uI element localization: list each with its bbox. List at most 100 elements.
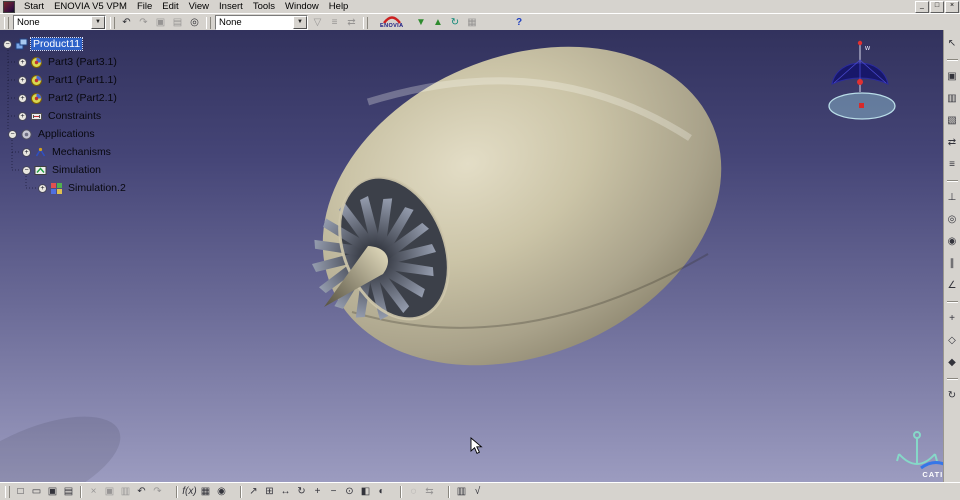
angle-constraint-icon[interactable]: ∠: [945, 279, 959, 292]
tree-item-label[interactable]: Part2 (Part2.1): [46, 92, 119, 104]
fit-all-icon[interactable]: ⊞: [262, 484, 277, 499]
tree-item-simulation[interactable]: − Simulation: [22, 162, 103, 178]
pan-icon[interactable]: ↔: [278, 484, 293, 499]
selection-filter-dropdown[interactable]: None ▼: [215, 15, 308, 30]
expander-icon[interactable]: −: [8, 129, 17, 139]
tools-palette-dropdown[interactable]: None ▼: [13, 15, 106, 30]
menu-tools[interactable]: Tools: [248, 0, 280, 13]
list-icon[interactable]: ≡: [327, 15, 342, 30]
tree-item-part1[interactable]: + Part1 (Part1.1): [18, 72, 119, 88]
undo-icon[interactable]: ↶: [134, 484, 149, 499]
print-icon[interactable]: ▤: [61, 484, 76, 499]
save-icon[interactable]: ▣: [45, 484, 60, 499]
offset-constraint-icon[interactable]: ∥: [945, 257, 959, 270]
refresh-icon[interactable]: ↻: [448, 15, 463, 30]
undo-icon[interactable]: ↶: [119, 15, 134, 30]
expander-icon[interactable]: +: [18, 75, 27, 85]
hide-show-icon[interactable]: ◌: [406, 484, 421, 499]
copy-icon[interactable]: ▣: [102, 484, 117, 499]
swap-space-icon[interactable]: ⇆: [422, 484, 437, 499]
open-icon[interactable]: ▭: [29, 484, 44, 499]
toolbar-grip[interactable]: [110, 16, 115, 29]
tree-item-label[interactable]: Applications: [36, 128, 97, 140]
tree-item-simulation-2[interactable]: + Simulation.2: [38, 180, 128, 196]
tree-item-label[interactable]: Simulation.2: [66, 182, 128, 194]
tree-item-label[interactable]: Product11: [29, 37, 84, 51]
tree-item-label[interactable]: Constraints: [46, 110, 103, 122]
tree-item-label[interactable]: Part1 (Part1.1): [46, 74, 119, 86]
menu-enovia-v5-vpm[interactable]: ENOVIA V5 VPM: [49, 0, 132, 13]
tree-item-part2[interactable]: + Part2 (Part2.1): [18, 90, 119, 106]
chevron-down-icon[interactable]: ▼: [91, 16, 105, 29]
formula-icon[interactable]: f(x): [182, 484, 197, 499]
catalog-icon[interactable]: ◉: [214, 484, 229, 499]
minimize-button[interactable]: _: [915, 0, 929, 13]
explode-icon[interactable]: ◆: [945, 356, 959, 369]
menu-start[interactable]: Start: [19, 0, 49, 13]
redo-icon[interactable]: ↷: [136, 15, 151, 30]
insert-part-icon[interactable]: ▧: [945, 114, 959, 127]
database-icon[interactable]: ▥: [454, 484, 469, 499]
expander-icon[interactable]: +: [18, 57, 27, 67]
toolbar-grip[interactable]: [4, 16, 9, 29]
expander-icon[interactable]: +: [38, 183, 47, 193]
tree-item-label[interactable]: Mechanisms: [50, 146, 113, 158]
paste-icon[interactable]: ▥: [118, 484, 133, 499]
menu-insert[interactable]: Insert: [214, 0, 248, 13]
contact-constraint-icon[interactable]: ◉: [945, 235, 959, 248]
zoom-out-icon[interactable]: −: [326, 484, 341, 499]
chevron-down-icon[interactable]: ▼: [293, 16, 307, 29]
menu-edit[interactable]: Edit: [157, 0, 183, 13]
filter-icon[interactable]: ▽: [310, 15, 325, 30]
toolbar-grip[interactable]: [5, 485, 10, 498]
fix-constraint-icon[interactable]: ⊥: [945, 191, 959, 204]
design-table-icon[interactable]: ▦: [198, 484, 213, 499]
tree-item-product11[interactable]: − Product11: [3, 36, 84, 52]
copy-icon[interactable]: ▣: [153, 15, 168, 30]
fly-mode-icon[interactable]: ↗: [246, 484, 261, 499]
paste-icon[interactable]: ▤: [170, 15, 185, 30]
3d-viewport[interactable]: − Product11 + Part3 (Part3.1) + Part1 (P…: [0, 30, 943, 483]
toolbar-grip[interactable]: [206, 16, 211, 29]
help-icon[interactable]: ?: [512, 15, 527, 30]
menu-help[interactable]: Help: [324, 0, 354, 13]
coincidence-constraint-icon[interactable]: ◎: [945, 213, 959, 226]
shading-icon[interactable]: ◐: [374, 484, 389, 499]
expander-icon[interactable]: −: [22, 165, 31, 175]
tree-item-mechanisms[interactable]: + Mechanisms: [22, 144, 113, 160]
menu-window[interactable]: Window: [280, 0, 324, 13]
tree-item-label[interactable]: Part3 (Part3.1): [46, 56, 119, 68]
tree-item-label[interactable]: Simulation: [50, 164, 103, 176]
tree-item-applications[interactable]: − Applications: [8, 126, 97, 142]
cut-icon[interactable]: ×: [86, 484, 101, 499]
menu-file[interactable]: File: [132, 0, 157, 13]
restore-button[interactable]: □: [930, 0, 944, 13]
new-document-icon[interactable]: □: [13, 484, 28, 499]
database-save-icon[interactable]: ▼: [414, 15, 429, 30]
expander-icon[interactable]: +: [18, 111, 27, 121]
tree-item-constraints[interactable]: + Constraints: [18, 108, 103, 124]
redo-icon[interactable]: ↷: [150, 484, 165, 499]
expander-icon[interactable]: +: [22, 147, 31, 157]
multi-view-icon[interactable]: ◧: [358, 484, 373, 499]
menu-view[interactable]: View: [184, 0, 214, 13]
link-icon[interactable]: ⇄: [344, 15, 359, 30]
expander-icon[interactable]: −: [3, 39, 12, 49]
zoom-in-icon[interactable]: +: [310, 484, 325, 499]
options-icon[interactable]: ▦: [465, 15, 480, 30]
snap-icon[interactable]: ◇: [945, 334, 959, 347]
product-structure-icon[interactable]: ▣: [945, 70, 959, 83]
expander-icon[interactable]: +: [18, 93, 27, 103]
insert-component-icon[interactable]: ▥: [945, 92, 959, 105]
search-icon[interactable]: ◎: [187, 15, 202, 30]
3d-compass[interactable]: w: [818, 36, 902, 128]
rotate-icon[interactable]: ↻: [294, 484, 309, 499]
knowledge-check-icon[interactable]: √: [470, 484, 485, 499]
manipulation-icon[interactable]: +: [945, 312, 959, 325]
normal-view-icon[interactable]: ⊙: [342, 484, 357, 499]
database-sync-icon[interactable]: ▲: [431, 15, 446, 30]
tree-item-part3[interactable]: + Part3 (Part3.1): [18, 54, 119, 70]
select-icon[interactable]: ↖: [945, 37, 959, 50]
close-button[interactable]: ×: [945, 0, 959, 13]
update-icon[interactable]: ↻: [945, 389, 959, 402]
